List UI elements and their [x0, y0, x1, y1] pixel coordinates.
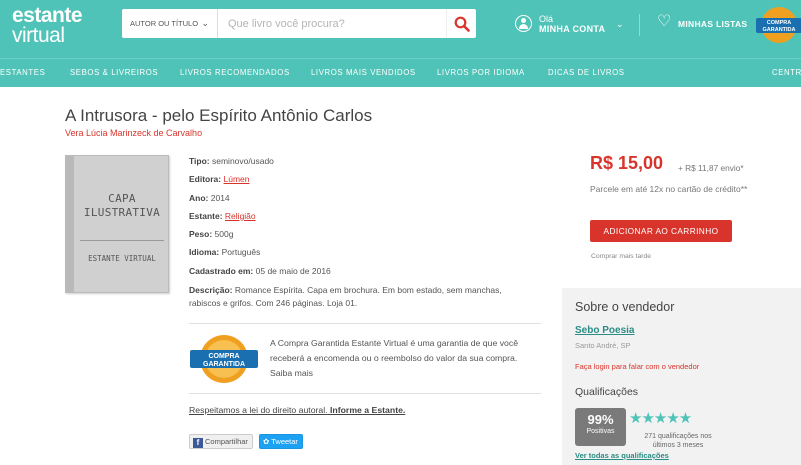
- see-all-ratings-link[interactable]: Ver todas as qualificações: [575, 451, 669, 460]
- search-button[interactable]: [446, 9, 476, 38]
- cover-line2: ILUSTRATIVA: [83, 206, 161, 219]
- star-rating-icon: ★★★★★: [629, 410, 692, 427]
- book-details: Tipo: seminovo/usado Editora: Lúmen Ano:…: [189, 156, 534, 310]
- publisher-link[interactable]: Lúmen: [224, 174, 250, 184]
- divider: [189, 323, 541, 324]
- my-lists-label: MINHAS LISTAS: [678, 19, 748, 29]
- detail-estante: Estante: Religião: [189, 210, 256, 221]
- search-scope-label: AUTOR OU TÍTULO: [130, 19, 199, 28]
- detail-tipo: Tipo: seminovo/usado: [189, 156, 274, 166]
- detail-editora: Editora: Lúmen: [189, 174, 250, 185]
- svg-text:COMPRA: COMPRA: [767, 20, 791, 26]
- installments-info: Parcele em até 12x no cartão de crédito*…: [590, 184, 748, 194]
- seller-name-link[interactable]: Sebo Poesia: [575, 325, 634, 336]
- nav-item-recomendados[interactable]: LIVROS RECOMENDADOS: [180, 68, 290, 77]
- cover-line1: CAPA: [108, 192, 136, 205]
- detail-descricao: Descrição: Romance Espírita. Capa em bro…: [189, 285, 502, 309]
- category-link[interactable]: Religião: [225, 211, 256, 221]
- shipping-cost: + R$ 11,87 envio*: [678, 163, 744, 173]
- twitter-share-button[interactable]: ✿ Tweetar: [259, 434, 303, 449]
- nav-item-central[interactable]: CENTR: [772, 68, 801, 77]
- user-icon: [515, 15, 532, 32]
- seal-line1: COMPRA: [208, 353, 239, 360]
- compra-garantida-seal[interactable]: COMPRA GARANTIDA: [189, 333, 259, 385]
- seal-line2: GARANTIDA: [203, 361, 245, 368]
- rating-percent-label: Positivas: [586, 428, 615, 435]
- rating-percent: 99%: [587, 412, 614, 427]
- cover-placeholder-text: CAPA ILUSTRATIVA: [74, 192, 170, 220]
- facebook-share-button[interactable]: f Compartilhar: [189, 434, 253, 449]
- search-input[interactable]: [220, 9, 446, 38]
- header-divider: [639, 14, 640, 36]
- cover-bottom-text: ESTANTE VIRTUAL: [88, 254, 156, 263]
- nav-item-dicas[interactable]: DICAS DE LIVROS: [548, 68, 625, 77]
- book-author-link[interactable]: Vera Lúcia Marinzeck de Carvalho: [65, 128, 202, 138]
- positive-rating-badge: 99% Positivas: [575, 408, 626, 446]
- detail-cadastrado: Cadastrado em: 05 de maio de 2016: [189, 265, 331, 276]
- copyright-notice[interactable]: Respeitamos a lei do direito autoral. In…: [189, 405, 405, 415]
- heart-icon: ♡: [657, 13, 672, 30]
- logo-line2: virtual: [12, 24, 65, 47]
- nav-item-por-idioma[interactable]: LIVROS POR IDIOMA: [437, 68, 525, 77]
- search-bar: AUTOR OU TÍTULO ⌄: [122, 9, 476, 38]
- login-to-contact-link[interactable]: Faça login para falar com o vendedor: [575, 362, 699, 371]
- search-icon: [454, 16, 470, 32]
- buy-later-link[interactable]: Comprar mais tarde: [591, 253, 651, 260]
- estante-virtual-logo[interactable]: estante virtual: [12, 4, 83, 47]
- account-greeting: Olá: [539, 14, 554, 24]
- nav-item-estantes[interactable]: ESTANTES: [0, 68, 45, 77]
- add-to-cart-button[interactable]: ADICIONAR AO CARRINHO: [590, 220, 732, 242]
- seller-panel: Sobre o vendedor Sebo Poesia Santo André…: [562, 288, 801, 465]
- guarantee-text: A Compra Garantida Estante Virtual é uma…: [270, 338, 519, 378]
- detail-idioma: Idioma: Português: [189, 247, 261, 258]
- ratings-heading: Qualificações: [575, 386, 639, 398]
- price: R$ 15,00: [590, 153, 664, 173]
- seller-location: Santo André, SP: [575, 341, 631, 350]
- cover-separator: [80, 240, 164, 241]
- account-label: MINHA CONTA: [539, 24, 606, 34]
- facebook-icon: f: [193, 438, 203, 448]
- logo-line1: estante: [12, 4, 83, 27]
- divider: [189, 393, 541, 394]
- nav-item-mais-vendidos[interactable]: LIVROS MAIS VENDIDOS: [311, 68, 416, 77]
- chevron-down-icon: ⌄: [201, 18, 209, 28]
- detail-peso: Peso: 500g: [189, 229, 234, 240]
- book-title: A Intrusora - pelo Espírito Antônio Carl…: [65, 106, 373, 125]
- site-header: estante virtual AUTOR OU TÍTULO ⌄ Olá MI…: [0, 0, 801, 58]
- chevron-down-icon: ⌄: [616, 19, 624, 29]
- compra-garantida-badge[interactable]: COMPRA GARANTIDA: [754, 3, 801, 47]
- twitter-icon: ✿: [263, 437, 270, 446]
- seller-heading: Sobre o vendedor: [575, 300, 675, 314]
- nav-item-sebos[interactable]: SEBOS & LIVREIROS: [70, 68, 158, 77]
- report-link[interactable]: Informe a Estante.: [330, 405, 405, 415]
- main-nav: ESTANTES SEBOS & LIVREIROS LIVROS RECOME…: [0, 58, 801, 87]
- search-scope-select[interactable]: AUTOR OU TÍTULO ⌄: [122, 9, 218, 38]
- detail-ano: Ano: 2014: [189, 192, 230, 203]
- cover-spine: [66, 156, 74, 292]
- svg-text:GARANTIDA: GARANTIDA: [763, 27, 796, 33]
- rating-count: 271 qualificações nos últimos 3 meses: [644, 433, 712, 449]
- book-cover-image: CAPA ILUSTRATIVA ESTANTE VIRTUAL: [65, 155, 169, 293]
